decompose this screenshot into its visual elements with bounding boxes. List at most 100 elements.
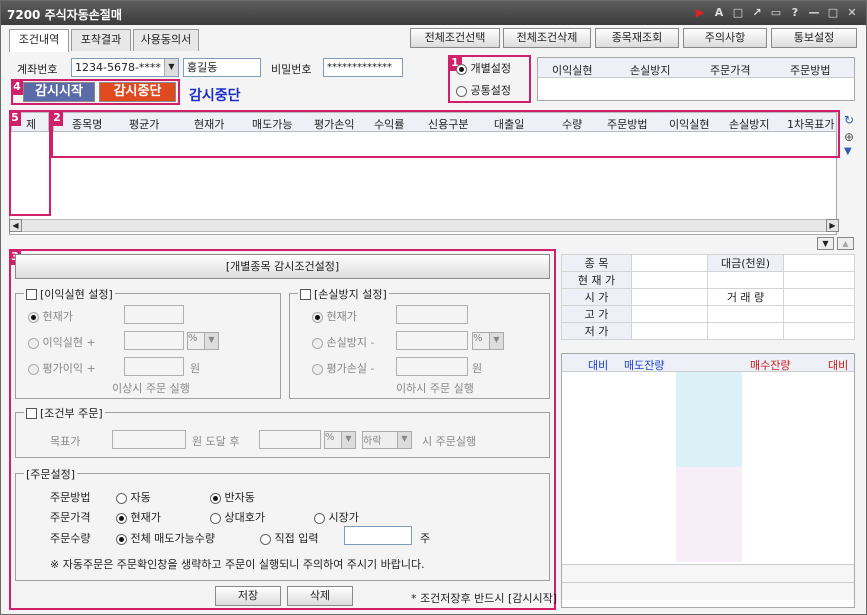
mode-individual[interactable]: 개별설정 (456, 60, 511, 76)
price-label: 주문가격 (50, 511, 91, 524)
start-monitor-button[interactable]: 감시시작 (23, 82, 95, 102)
order-title: [주문설정] (24, 466, 78, 482)
ask-change-label: 대비 (588, 359, 609, 372)
quote-item-label: 종 목 (561, 254, 632, 272)
price-market-radio[interactable]: 시장가 (314, 509, 359, 525)
bid-price-column (676, 467, 742, 562)
condition-header-button[interactable]: [개별종목 감시조건설정] (15, 254, 550, 279)
grid-hscroll[interactable] (9, 219, 839, 232)
target-price-input[interactable] (112, 430, 186, 449)
method-semi-radio[interactable]: 반자동 (210, 489, 255, 505)
tab-agreement[interactable]: 사용동의서 (133, 29, 199, 51)
qty-input[interactable] (344, 526, 412, 545)
badge-5: 5 (9, 110, 21, 126)
close-icon[interactable]: ✕ (844, 5, 860, 21)
play-icon[interactable]: ▶ (692, 5, 708, 21)
quote-current-label: 현 재 가 (561, 271, 632, 289)
summary-loss: 손실방지 (630, 64, 671, 77)
account-select[interactable]: 1234-5678-**** ▼ (71, 58, 179, 77)
select-all-button[interactable]: 전체조건선택 (410, 28, 500, 48)
grid-header-box (51, 110, 840, 158)
notice-button[interactable]: 주의사항 (683, 28, 767, 48)
badge-4: 4 (11, 79, 23, 95)
save-button[interactable]: 저장 (215, 586, 281, 606)
target-label: 목표가 (50, 435, 81, 448)
account-label: 계좌번호 (17, 63, 58, 76)
exec-label: 시 주문실행 (422, 435, 477, 448)
move-down-icon[interactable]: ▼ (844, 146, 852, 157)
loss-current-input[interactable] (396, 305, 468, 324)
profit-unit-select[interactable]: % ▼ (187, 332, 219, 350)
loss-prevent-radio[interactable]: 손실방지 - (312, 334, 374, 350)
minimize-icon[interactable]: — (806, 5, 822, 21)
qty-all-radio[interactable]: 전체 매도가능수량 (116, 530, 215, 546)
loss-prevent-input[interactable] (396, 331, 468, 350)
mode-common[interactable]: 공통설정 (456, 82, 511, 98)
price-current-radio[interactable]: 현재가 (116, 509, 161, 525)
order-fieldset: [주문설정] 주문방법 자동 반자동 주문가격 현재가 상대호가 시장가 주문수… (15, 466, 550, 581)
window-title: 7200 주식자동손절매 (7, 8, 122, 22)
font-icon[interactable]: A (711, 5, 727, 21)
loss-eval-radio[interactable]: 평가손실 - (312, 360, 374, 376)
profit-won: 원 (190, 362, 201, 375)
quote-low-label: 저 가 (561, 322, 632, 340)
link-icon[interactable]: ↗ (749, 5, 765, 21)
profit-realize-input[interactable] (124, 331, 184, 350)
window-icon[interactable]: ▭ (768, 5, 784, 21)
summary-price: 주문가격 (710, 64, 751, 77)
profit-current-input[interactable] (124, 305, 184, 324)
chevron-down-icon: ▼ (489, 333, 503, 349)
bid-change-label: 대비 (828, 359, 849, 372)
loss-current-radio[interactable]: 현재가 (312, 308, 357, 324)
capture-icon[interactable]: □ (730, 5, 746, 21)
collapse-up-icon[interactable]: ▲ (837, 237, 854, 250)
add-icon[interactable]: ⊕ (844, 130, 854, 144)
qty-direct-radio[interactable]: 직접 입력 (260, 530, 318, 546)
requery-button[interactable]: 종목재조회 (595, 28, 679, 48)
conditional-checkbox[interactable] (26, 407, 37, 419)
orderbook-panel: 대비 매도잔량 매수잔량 대비 (561, 353, 855, 608)
loss-title[interactable]: [손실방지 설정] (298, 286, 389, 302)
tab-results[interactable]: 포착결과 (71, 29, 131, 51)
maximize-icon[interactable]: □ (825, 5, 841, 21)
account-holder: 홍길동 (183, 58, 261, 77)
quote-table: 종 목 대금(천원) 현 재 가 시 가 거 래 량 고 가 저 가 (561, 254, 855, 340)
scroll-left-icon[interactable]: ◀ (9, 219, 22, 232)
help-icon[interactable]: ? (787, 5, 803, 21)
profit-title[interactable]: [이익실현 설정] (24, 286, 115, 302)
scroll-right-icon[interactable]: ▶ (826, 219, 839, 232)
conditional-unit-select[interactable]: % ▼ (324, 431, 356, 449)
tab-conditions[interactable]: 조건내역 (9, 29, 69, 52)
profit-eval-radio[interactable]: 평가이익 + (28, 360, 96, 376)
loss-checkbox[interactable] (300, 288, 311, 300)
expand-down-icon[interactable]: ▼ (817, 237, 834, 250)
chevron-down-icon: ▼ (204, 333, 218, 349)
profit-fieldset: [이익실현 설정] 현재가 이익실현 + % ▼ 평가이익 + 원 이상시 주문 … (15, 286, 281, 399)
loss-unit-select[interactable]: % ▼ (472, 332, 504, 350)
refresh-icon[interactable]: ↻ (844, 113, 854, 127)
method-auto-radio[interactable]: 자동 (116, 489, 151, 505)
method-label: 주문방법 (50, 491, 91, 504)
conditional-fieldset: [조건부 주문] 목표가 원 도달 후 % ▼ 하락 ▼ 시 주문실행 (15, 405, 550, 458)
chevron-down-icon: ▼ (341, 432, 355, 448)
delete-all-button[interactable]: 전체조건삭제 (503, 28, 591, 48)
loss-eval-input[interactable] (396, 357, 468, 376)
profit-realize-radio[interactable]: 이익실현 + (28, 334, 96, 350)
bid-qty-label: 매수잔량 (750, 359, 791, 372)
quote-open-label: 시 가 (561, 288, 632, 306)
reach-amount-input[interactable] (259, 430, 321, 449)
stop-monitor-button[interactable]: 감시중단 (99, 82, 176, 102)
chevron-down-icon[interactable]: ▼ (164, 59, 178, 76)
delete-button[interactable]: 삭제 (287, 586, 353, 606)
notify-settings-button[interactable]: 통보설정 (771, 28, 857, 48)
title-bar: 7200 주식자동손절매 ▶ A □ ↗ ▭ ? — □ ✕ (1, 1, 866, 25)
profit-eval-input[interactable] (124, 357, 184, 376)
profit-current-radio[interactable]: 현재가 (28, 308, 73, 324)
direction-select[interactable]: 하락 ▼ (362, 431, 412, 449)
password-field[interactable]: ************* (323, 58, 403, 77)
conditional-title[interactable]: [조건부 주문] (24, 405, 105, 421)
monitor-status: 감시중단 (189, 88, 241, 104)
price-counter-radio[interactable]: 상대호가 (210, 509, 265, 525)
profit-checkbox[interactable] (26, 288, 37, 300)
qty-label: 주문수량 (50, 532, 91, 545)
